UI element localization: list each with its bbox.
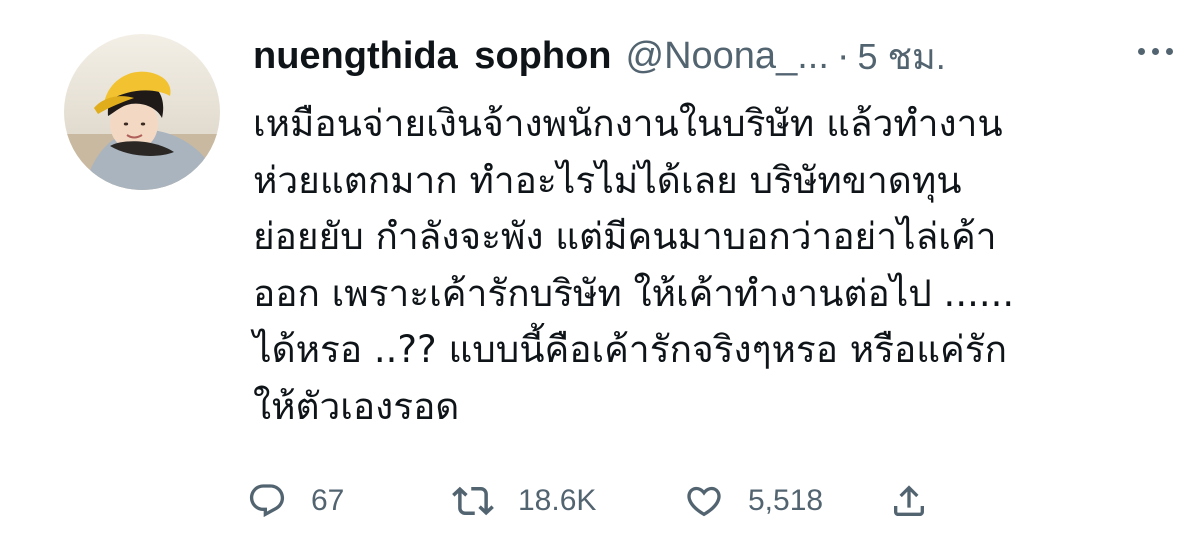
like-button[interactable]: 5,518 [684, 481, 889, 521]
retweet-button[interactable]: 18.6K [452, 480, 684, 522]
separator-dot: · [836, 34, 850, 77]
more-dot [1152, 48, 1159, 55]
tweet-text-line: ย่อยยับ กำลังจะพัง แต่มีคนมาบอกว่าอย่าไล… [253, 215, 997, 258]
author-name[interactable]: nuengthida sophon [253, 35, 612, 78]
share-icon [894, 485, 924, 516]
tweet-text-line: ให้ตัวเองรอด [253, 384, 460, 428]
avatar-image [64, 34, 220, 190]
tweet-actions: 67 18.6K 5,518 [247, 476, 1007, 526]
more-horizontal-icon[interactable] [1138, 48, 1173, 55]
avatar[interactable] [64, 34, 220, 190]
tweet-text: เหมือนจ่ายเงินจ้างพนักงานในบริษัท แล้วทำ… [253, 96, 1188, 435]
more-dot [1138, 48, 1145, 55]
like-count: 5,518 [748, 484, 824, 517]
retweet-icon [452, 486, 494, 516]
tweet-header: nuengthida sophon @Noona_... · 5 ชม. [253, 26, 1173, 86]
reply-count: 67 [311, 484, 345, 517]
reply-icon [249, 484, 285, 518]
author-handle[interactable]: @Noona_... [626, 35, 829, 78]
heart-icon [687, 486, 721, 517]
tweet-text-line: เหมือนจ่ายเงินจ้างพนักงานในบริษัท แล้วทำ… [253, 102, 1003, 145]
timestamp[interactable]: 5 ชม. [858, 28, 946, 85]
tweet-text-line: ห่วยแตกมาก ทำอะไรไม่ได้เลย บริษัทขาดทุน [253, 158, 962, 202]
tweet-text-line: ได้หรอ ..?? แบบนี้คือเค้ารักจริงๆหรอ หรื… [253, 328, 1008, 371]
tweet-text-line: ออก เพราะเค้ารักบริษัท ให้เค้าทำงานต่อไป… [253, 271, 1015, 315]
share-button[interactable] [889, 481, 929, 521]
retweet-count: 18.6K [518, 484, 597, 517]
more-dot [1166, 48, 1173, 55]
reply-button[interactable]: 67 [247, 481, 452, 521]
